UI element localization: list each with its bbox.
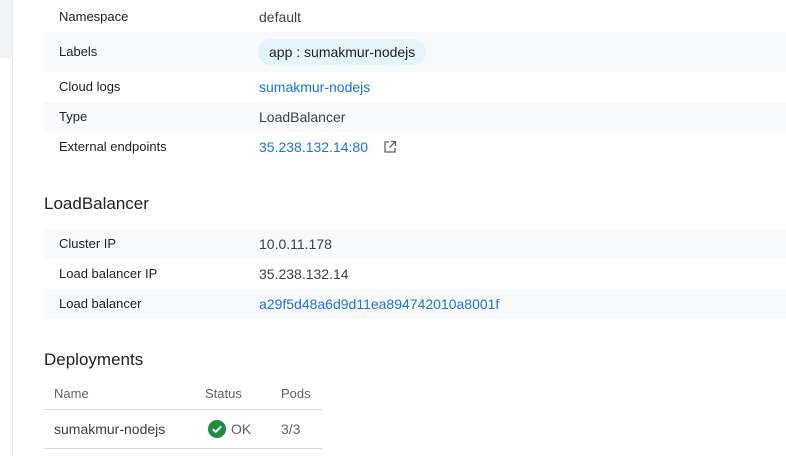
deployments-table: Name Status Pods sumakmur-nodejs OK 3/3 <box>44 379 323 449</box>
column-header-pods[interactable]: Pods <box>281 379 311 409</box>
cluster-ip-value: 10.0.11.178 <box>259 236 332 252</box>
cloud-logs-link[interactable]: sumakmur-nodejs <box>259 72 370 102</box>
column-header-status[interactable]: Status <box>205 379 242 409</box>
load-balancer-table: Cluster IP 10.0.11.178 Load balancer IP … <box>44 229 786 319</box>
cloud-logs-label: Cloud logs <box>59 79 121 94</box>
lb-row-load-balancer-ip: Load balancer IP 35.238.132.14 <box>44 259 786 289</box>
label-chip: app : sumakmur-nodejs <box>258 39 427 65</box>
check-circle-icon <box>208 420 226 438</box>
namespace-value: default <box>259 9 302 25</box>
external-link-icon[interactable] <box>383 140 397 154</box>
deployments-table-header: Name Status Pods <box>44 379 323 410</box>
deployment-pods-value: 3/3 <box>281 421 301 437</box>
external-endpoints-label: External endpoints <box>59 139 167 154</box>
type-label: Type <box>59 109 88 124</box>
deployment-status-text: OK <box>231 421 252 437</box>
load-balancer-label: Load balancer <box>59 296 142 311</box>
labels-label: Labels <box>59 44 98 59</box>
lb-row-load-balancer: Load balancer a29f5d48a6d9d11ea894742010… <box>44 289 786 319</box>
details-row-external-endpoints: External endpoints 35.238.132.14:80 <box>44 132 786 162</box>
load-balancer-link[interactable]: a29f5d48a6d9d11ea894742010a8001f <box>259 289 499 319</box>
load-balancer-ip-label: Load balancer IP <box>59 266 158 281</box>
left-nav-active-item[interactable] <box>0 0 12 58</box>
type-value: LoadBalancer <box>259 109 346 125</box>
lb-row-cluster-ip: Cluster IP 10.0.11.178 <box>44 229 786 259</box>
deployments-section-title: Deployments <box>44 350 144 369</box>
details-row-type: Type LoadBalancer <box>44 102 786 132</box>
load-balancer-section-title: LoadBalancer <box>44 194 149 213</box>
namespace-label: Namespace <box>59 9 129 24</box>
external-endpoint-link[interactable]: 35.238.132.14:80 <box>259 132 368 162</box>
left-nav-rail <box>0 0 13 456</box>
load-balancer-ip-value: 35.238.132.14 <box>259 266 349 282</box>
deployment-name-link[interactable]: sumakmur-nodejs <box>54 410 165 448</box>
table-row: sumakmur-nodejs OK 3/3 <box>44 410 323 449</box>
cluster-ip-label: Cluster IP <box>59 236 117 251</box>
details-table: Namespace default Labels app : sumakmur-… <box>44 2 786 162</box>
column-header-name[interactable]: Name <box>54 379 89 409</box>
details-row-labels: Labels app : sumakmur-nodejs <box>44 32 786 72</box>
details-row-namespace: Namespace default <box>44 2 786 32</box>
details-row-cloud-logs: Cloud logs sumakmur-nodejs <box>44 72 786 102</box>
